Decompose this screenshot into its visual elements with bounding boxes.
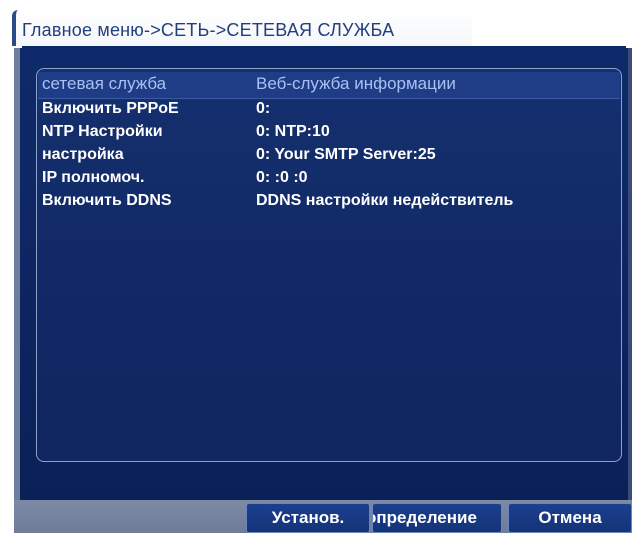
service-info: 0: Your SMTP Server:25 — [256, 146, 436, 163]
service-name: IP полномоч. — [42, 169, 145, 186]
service-name: NTP Настройки — [42, 123, 163, 140]
service-name: настройка — [42, 146, 124, 163]
service-info: 0: :0 :0 — [256, 169, 308, 186]
list-item-ip-rights[interactable]: IP полномоч. 0: :0 :0 — [38, 169, 620, 191]
detect-button-label: определение — [372, 508, 477, 527]
list-item-ddns[interactable]: Включить DDNS DDNS настройки недействите… — [38, 192, 620, 214]
set-button[interactable]: Установ. — [246, 503, 370, 533]
column-header-info: Веб-служба информации — [256, 74, 456, 93]
service-name: Включить PPPoE — [42, 100, 179, 117]
service-info: 0: NTP:10 — [256, 123, 330, 140]
cancel-button[interactable]: Отмена — [508, 503, 632, 533]
service-info: 0: — [256, 100, 271, 117]
network-service-screen: Главное меню->СЕТЬ->СЕТЕВАЯ СЛУЖБА сетев… — [0, 0, 640, 533]
breadcrumb: Главное меню->СЕТЬ->СЕТЕВАЯ СЛУЖБА — [22, 20, 395, 40]
list-item-pppoe[interactable]: Включить PPPoE 0: — [38, 100, 620, 122]
detect-button[interactable]: определение — [372, 503, 502, 533]
list-item-ntp[interactable]: NTP Настройки 0: NTP:10 — [38, 123, 620, 145]
list-item-email[interactable]: настройка 0: Your SMTP Server:25 — [38, 146, 620, 168]
service-info: DDNS настройки недействитель — [256, 192, 514, 209]
service-name: Включить DDNS — [42, 192, 172, 209]
column-header-service: сетевая служба — [42, 74, 167, 93]
